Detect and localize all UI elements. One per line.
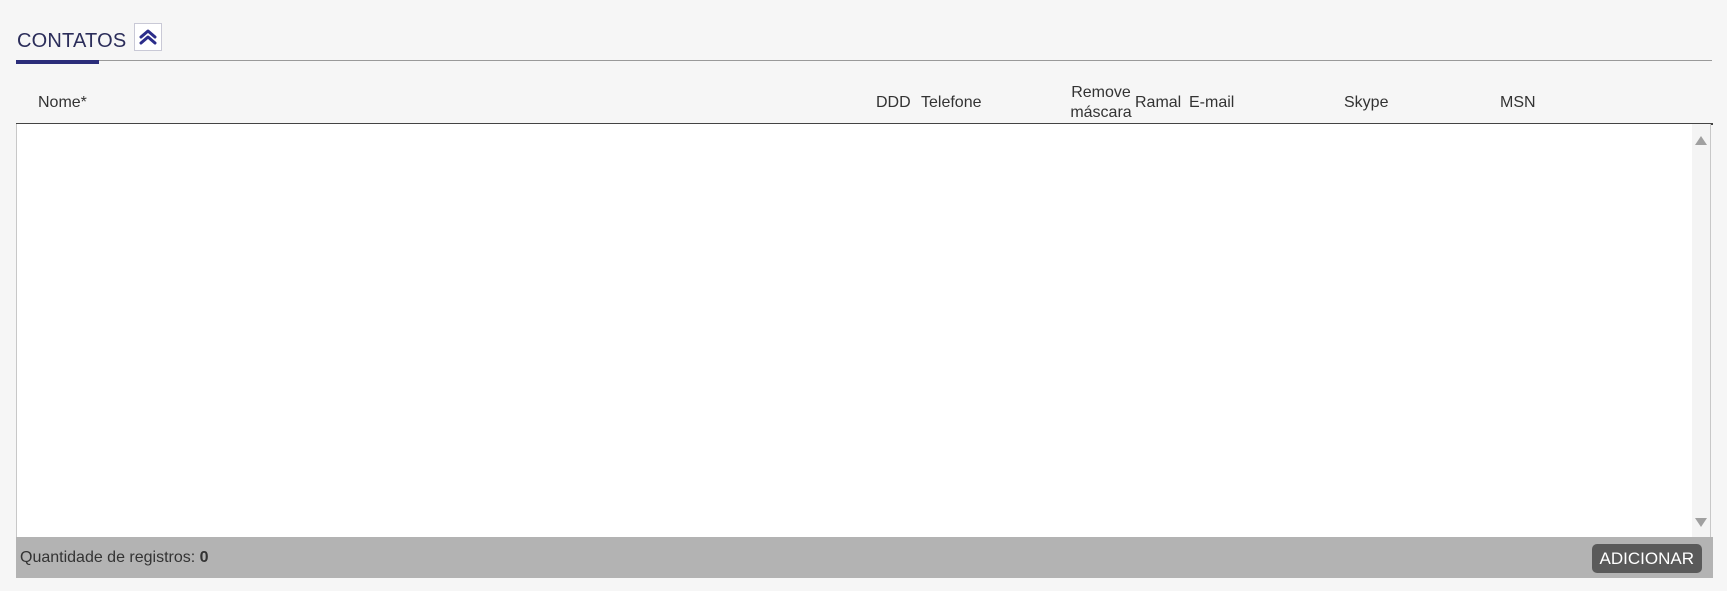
scroll-up-icon[interactable] — [1695, 136, 1707, 145]
records-count-value: 0 — [199, 549, 209, 566]
column-header-remove-mascara-line1: Remove — [1071, 84, 1131, 101]
column-header-msn[interactable]: MSN — [1500, 94, 1536, 112]
column-header-nome[interactable]: Nome* — [38, 94, 87, 112]
records-count-text: Quantidade de registros: 0 — [20, 549, 209, 567]
vertical-scrollbar[interactable] — [1692, 124, 1710, 537]
column-header-ramal[interactable]: Ramal — [1135, 94, 1181, 112]
column-header-skype[interactable]: Skype — [1344, 94, 1388, 112]
contacts-section-header: CONTATOS — [16, 20, 1712, 64]
grid-footer: Quantidade de registros: 0 ADICIONAR — [16, 537, 1713, 578]
collapse-button[interactable] — [134, 23, 162, 51]
section-title-underline — [16, 60, 99, 64]
records-count-label: Quantidade de registros: — [20, 549, 196, 566]
grid-body[interactable] — [16, 124, 1711, 537]
grid-header: Nome* DDD Telefone Remove máscara Ramal … — [16, 80, 1712, 124]
column-header-remove-mascara-line2: máscara — [1070, 104, 1132, 121]
column-header-remove-mascara[interactable]: Remove máscara — [1065, 83, 1137, 123]
column-header-telefone[interactable]: Telefone — [921, 94, 982, 112]
add-button[interactable]: ADICIONAR — [1591, 544, 1702, 573]
column-header-email[interactable]: E-mail — [1189, 94, 1234, 112]
section-title: CONTATOS — [17, 30, 127, 52]
section-divider — [16, 60, 1712, 61]
scroll-down-icon[interactable] — [1695, 518, 1707, 527]
column-header-ddd[interactable]: DDD — [876, 94, 911, 112]
double-chevron-up-icon — [139, 29, 157, 45]
